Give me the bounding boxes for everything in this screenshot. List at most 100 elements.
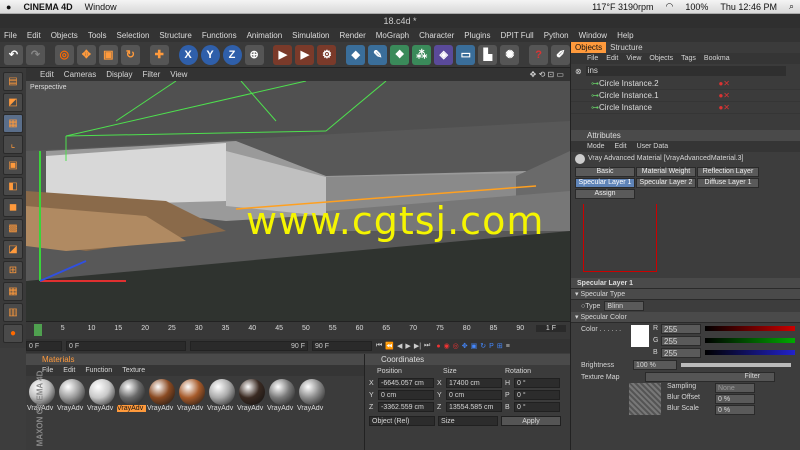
menu-objects[interactable]: Objects — [51, 31, 78, 40]
material-item[interactable]: VrayAdv — [147, 379, 175, 417]
environment-icon[interactable]: ▭ — [456, 44, 476, 65]
workplane-icon[interactable]: ▦ — [3, 282, 23, 301]
attr-menu-user-data[interactable]: User Data — [637, 141, 669, 152]
live-select-icon[interactable]: ◎ — [54, 44, 74, 65]
search-input[interactable]: ins — [585, 66, 786, 76]
g-slider[interactable] — [705, 338, 795, 343]
tab-basic[interactable]: Basic — [575, 167, 635, 177]
menu-render[interactable]: Render — [340, 31, 366, 40]
next-frame-icon[interactable]: ▶| — [414, 342, 421, 350]
timeline-settings-icon[interactable]: ≡ — [506, 343, 510, 350]
tab-specular-layer-2[interactable]: Specular Layer 2 — [636, 178, 696, 188]
key-pos-icon[interactable]: ✥ — [462, 342, 468, 350]
playhead[interactable] — [34, 324, 42, 336]
viewport-menu-filter[interactable]: Filter — [142, 70, 160, 79]
rotate-icon[interactable]: ↻ — [120, 44, 140, 65]
viewport-menu-view[interactable]: View — [170, 70, 187, 79]
lock-workplane-icon[interactable]: ▥ — [3, 303, 23, 322]
battery-readout[interactable]: 100% — [685, 2, 708, 12]
render-view-icon[interactable]: ▶ — [273, 44, 293, 65]
material-item[interactable]: VrayAdv — [117, 379, 146, 417]
menu-python[interactable]: Python — [544, 31, 569, 40]
deformer-icon[interactable]: ◈ — [434, 44, 454, 65]
viewport-menu-edit[interactable]: Edit — [40, 70, 54, 79]
object-row[interactable]: ⊶ Circle Instance.2 ●✕ — [571, 78, 800, 90]
close-search-icon[interactable]: ⊗ — [575, 67, 582, 76]
goto-start-icon[interactable]: ⏮ — [376, 342, 382, 350]
rotation-field[interactable]: 0 ° — [514, 390, 560, 400]
materials-menu-function[interactable]: Function — [85, 365, 112, 376]
b-slider[interactable] — [705, 350, 795, 355]
points-mode-icon[interactable]: ▣ — [3, 156, 23, 175]
end-frame-field[interactable]: 90 F — [312, 341, 372, 351]
viewport-menu-cameras[interactable]: Cameras — [64, 70, 96, 79]
texture-map-button[interactable]: Filter — [645, 372, 775, 382]
scale-icon[interactable]: ▣ — [98, 44, 118, 65]
tab-structure[interactable]: Structure — [606, 42, 646, 53]
timeline-ruler[interactable]: 0510152025303540455055606570758085901 F — [26, 321, 570, 339]
window-menu[interactable]: Window — [85, 2, 117, 12]
key-scale-icon[interactable]: ▣ — [471, 342, 478, 350]
objects-menu-file[interactable]: File — [587, 53, 598, 64]
search-icon[interactable]: ⌕ — [789, 1, 794, 12]
y-axis-button[interactable]: Y — [200, 44, 220, 65]
position-field[interactable]: 0 cm — [378, 390, 434, 400]
position-field[interactable]: -6645.057 cm — [378, 378, 434, 388]
attr-menu-mode[interactable]: Mode — [587, 141, 605, 152]
objects-menu-objects[interactable]: Objects — [649, 53, 673, 64]
record-icon[interactable]: ● — [436, 343, 440, 350]
texture-thumbnail[interactable] — [629, 383, 661, 415]
size-mode-select[interactable]: Size — [438, 416, 498, 426]
objects-menu-edit[interactable]: Edit — [606, 53, 618, 64]
z-axis-button[interactable]: Z — [222, 44, 242, 65]
key-rot-icon[interactable]: ↻ — [480, 342, 486, 350]
redo-icon[interactable]: ↷ — [26, 44, 46, 65]
brightness-slider[interactable] — [681, 363, 791, 367]
viewport-nav-icons[interactable]: ✥ ⟲ ⊡ ▭ — [530, 70, 564, 79]
object-row[interactable]: ⊶ Circle Instance.1 ●✕ — [571, 90, 800, 102]
tab-diffuse-layer-1[interactable]: Diffuse Layer 1 — [697, 178, 759, 188]
material-item[interactable]: VrayAdv — [237, 379, 265, 417]
python-icon[interactable]: ? — [529, 44, 549, 65]
menu-structure[interactable]: Structure — [159, 31, 191, 40]
menu-tools[interactable]: Tools — [88, 31, 107, 40]
menu-selection[interactable]: Selection — [117, 31, 150, 40]
texture-mode-icon[interactable]: ▦ — [3, 114, 23, 133]
undo-icon[interactable]: ↶ — [4, 44, 24, 65]
materials-menu-edit[interactable]: Edit — [63, 365, 75, 376]
create-icon[interactable]: ✚ — [149, 44, 169, 65]
visibility-dots-icon[interactable]: ●✕ — [718, 78, 730, 89]
goto-end-icon[interactable]: ⏭ — [424, 342, 430, 350]
soft-selection-icon[interactable]: ◪ — [3, 240, 23, 259]
visibility-dots-icon[interactable]: ●✕ — [718, 90, 730, 101]
model-mode-icon[interactable]: ◩ — [3, 93, 23, 112]
subdivision-icon[interactable]: ❖ — [390, 44, 410, 65]
tab-specular-layer-1[interactable]: Specular Layer 1 — [575, 178, 635, 188]
size-field[interactable]: 17400 cm — [446, 378, 502, 388]
tab-assign[interactable]: Assign — [575, 189, 635, 199]
sampling-select[interactable]: None — [715, 383, 755, 393]
preview-start-field[interactable]: 0 F — [66, 341, 186, 351]
coord-mode-select[interactable]: Object (Rel) — [369, 416, 435, 426]
rotation-field[interactable]: 0 ° — [514, 402, 560, 412]
menu-dpit-full[interactable]: DPIT Full — [501, 31, 534, 40]
r-slider[interactable] — [705, 326, 795, 331]
material-item[interactable]: VrayAdv — [297, 379, 325, 417]
material-item[interactable]: VrayAdv — [87, 379, 115, 417]
viewport-3d[interactable]: Perspective www.cgtsj.com — [26, 81, 570, 321]
menu-window[interactable]: Window — [579, 31, 607, 40]
size-field[interactable]: 0 cm — [446, 390, 502, 400]
blur-scale-field[interactable]: 0 % — [715, 405, 755, 415]
size-field[interactable]: 13554.585 cm — [446, 402, 502, 412]
material-item[interactable]: VrayAdv — [267, 379, 295, 417]
coord-system-icon[interactable]: ⊕ — [244, 44, 264, 65]
blur-offset-field[interactable]: 0 % — [715, 394, 755, 404]
r-field[interactable]: 255 — [661, 324, 701, 334]
clock[interactable]: Thu 12:46 PM — [720, 2, 777, 12]
menu-simulation[interactable]: Simulation — [292, 31, 329, 40]
prev-frame-icon[interactable]: ◀ — [397, 342, 402, 350]
pen-icon[interactable]: ✎ — [368, 44, 388, 65]
move-icon[interactable]: ✥ — [76, 44, 96, 65]
material-item[interactable]: VrayAdv — [177, 379, 205, 417]
current-frame-field[interactable]: 1 F — [535, 325, 566, 332]
